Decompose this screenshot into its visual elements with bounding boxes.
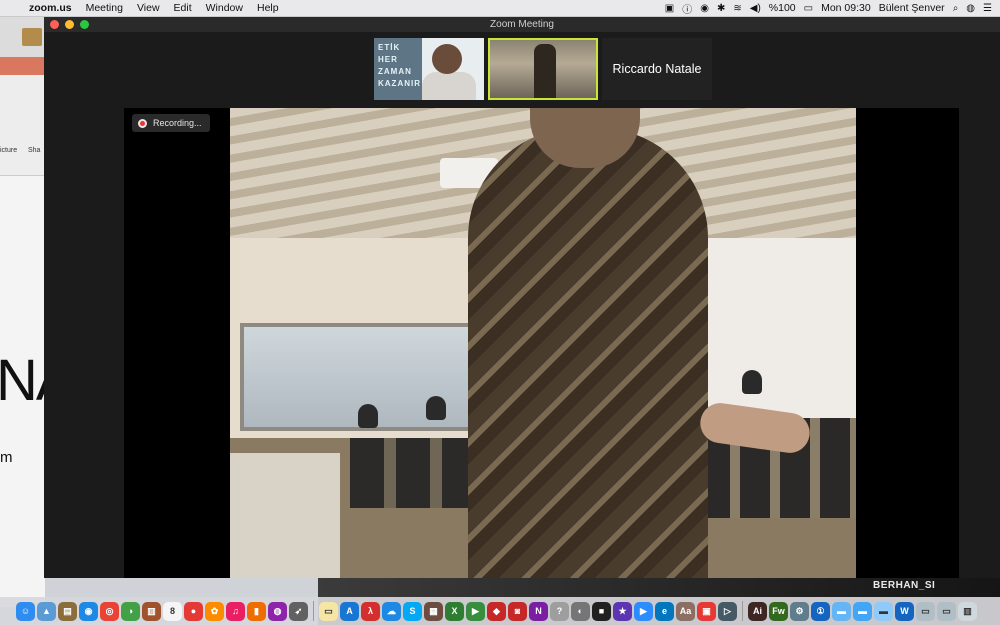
screenshot-icon[interactable]: ▭ [916,601,935,621]
dock: ☺ ▲ ▤ ◉ ◎ ◑ ▥ 8 ● ✿ ♫ ▮ ◍ ➶ ▭ Aλ ☁ S ▦ X ▶ ◆ ◙ N? ◐ ■ ★ ▶ e Aa ▣ ▷ Ai Fw ⚙… [0,597,1000,625]
participant-avatar [432,44,462,74]
books-icon[interactable]: ▮ [247,601,266,621]
control-center-icon[interactable]: ☰ [983,3,992,14]
picture-tool-label[interactable]: icture [0,147,17,154]
acrobat-icon[interactable]: λ [361,601,380,621]
video-student [742,370,762,394]
video-player-icon[interactable]: ▷ [718,601,737,621]
archive-icon[interactable]: ▤ [58,601,77,621]
battery-percent[interactable]: %100 [769,2,796,14]
photos-browser-icon[interactable]: ◑ [121,601,140,621]
overlay-name-label: BERHAN_SI [873,580,936,591]
dictionary-icon[interactable]: Aa [676,601,695,621]
menu-window[interactable]: Window [199,2,250,14]
share-tool-label[interactable]: Sha [28,147,40,154]
edge-icon[interactable]: e [655,601,674,621]
participant-banner-text: ETİK HER ZAMAN KAZANIR [378,43,421,88]
thumbnail-presenter [534,44,556,98]
app-store-icon[interactable]: A [340,601,359,621]
background-app-window: icture Sha NA m [0,17,75,607]
menubar-clock[interactable]: Mon 09:30 [821,2,871,14]
speaker-video-feed [230,108,856,578]
folder-icon [22,28,42,46]
background-ribbon [0,57,45,75]
video-presenter [468,128,708,578]
illustrator-icon[interactable]: Ai [748,601,767,621]
bluetooth-icon[interactable]: ✱ [717,3,725,14]
downloads-icon[interactable]: ▬ [874,601,893,621]
files-icon[interactable]: ▦ [424,601,443,621]
menu-view[interactable]: View [130,2,167,14]
main-video-stage: Recording... [124,108,959,578]
video-table [230,453,340,578]
folder-icon[interactable]: ▬ [832,601,851,621]
trash-icon[interactable]: ▥ [958,601,977,621]
launchpad-icon[interactable]: ➶ [289,601,308,621]
participant-name: Riccardo Natale [612,62,702,76]
screen-icon[interactable]: ◙ [508,601,527,621]
dock-separator [313,601,314,621]
participant-thumbnail-active-speaker[interactable] [488,38,598,100]
safari-icon[interactable]: ◉ [79,601,98,621]
recording-indicator[interactable]: Recording... [132,114,210,132]
participant-thumbnail-1[interactable]: ETİK HER ZAMAN KAZANIR [374,38,484,100]
menu-edit[interactable]: Edit [167,2,199,14]
siri-icon[interactable]: ◍ [966,3,975,14]
participant-shirt [422,72,476,100]
facetime-icon[interactable]: ▶ [466,601,485,621]
chrome-icon[interactable]: ◎ [100,601,119,621]
zoom-icon[interactable]: ▶ [634,601,653,621]
finder-icon[interactable]: ☺ [16,601,35,621]
menu-help[interactable]: Help [250,2,286,14]
fireworks-icon[interactable]: Fw [769,601,788,621]
app-folder-icon[interactable]: ▬ [853,601,872,621]
dock-separator [742,601,743,621]
battery-icon[interactable]: ▭ [804,3,813,14]
zoom-status-icon[interactable]: ▣ [665,3,674,14]
menubar-user[interactable]: Bülent Şenver [879,2,945,14]
recording-label: Recording... [153,118,202,128]
menu-app-name[interactable]: zoom.us [22,2,79,14]
photos-icon[interactable]: ✿ [205,601,224,621]
stop-icon[interactable]: ■ [592,601,611,621]
notebook-icon[interactable]: ▥ [142,601,161,621]
volume-icon[interactable]: ◀) [750,3,761,14]
notes-icon[interactable]: ● [184,601,203,621]
messages-icon[interactable]: ☁ [382,601,401,621]
calendar-icon[interactable]: 8 [163,601,182,621]
screenshot2-icon[interactable]: ▭ [937,601,956,621]
status-info-icon[interactable]: ⓘ [682,1,692,16]
status-circle-icon[interactable]: ◉ [700,3,709,14]
onenote-icon[interactable]: N [529,601,548,621]
participant-thumbnail-3[interactable]: Riccardo Natale [602,38,712,100]
spotlight-search-icon[interactable]: ⌕ [953,3,959,14]
toolbox-icon[interactable]: ▣ [697,601,716,621]
window-title: Zoom Meeting [490,18,554,30]
music-icon[interactable]: ♫ [226,601,245,621]
menu-meeting[interactable]: Meeting [79,2,130,14]
video-student [358,404,378,428]
recording-icon [138,118,147,128]
disk-utility-icon[interactable]: ◐ [571,601,590,621]
background-document-small-text: m [0,449,13,466]
podcasts-icon[interactable]: ◍ [268,601,287,621]
menu-bar: zoom.us Meeting View Edit Window Help ▣ … [0,0,1000,17]
word-doc-icon[interactable]: W [895,601,914,621]
zoom-meeting-window: Zoom Meeting ETİK HER ZAMAN KAZANIR Ricc… [44,16,1000,578]
status-area: ▣ ⓘ ◉ ✱ ≋ ◀) %100 ▭ Mon 09:30 Bülent Şen… [665,1,1000,16]
imovie-icon[interactable]: ★ [613,601,632,621]
preview-icon[interactable]: ▲ [37,601,56,621]
help-icon[interactable]: ? [550,601,569,621]
password-icon[interactable]: ① [811,601,830,621]
system-prefs-icon[interactable]: ⚙ [790,601,809,621]
stickies-icon[interactable]: ▭ [319,601,338,621]
skype-icon[interactable]: S [403,601,422,621]
vpn-icon[interactable]: ◆ [487,601,506,621]
background-ribbon-tools: icture Sha [0,75,45,176]
excel-icon[interactable]: X [445,601,464,621]
window-titlebar[interactable]: Zoom Meeting [44,16,1000,32]
wifi-icon[interactable]: ≋ [733,3,741,14]
video-student [426,396,446,420]
